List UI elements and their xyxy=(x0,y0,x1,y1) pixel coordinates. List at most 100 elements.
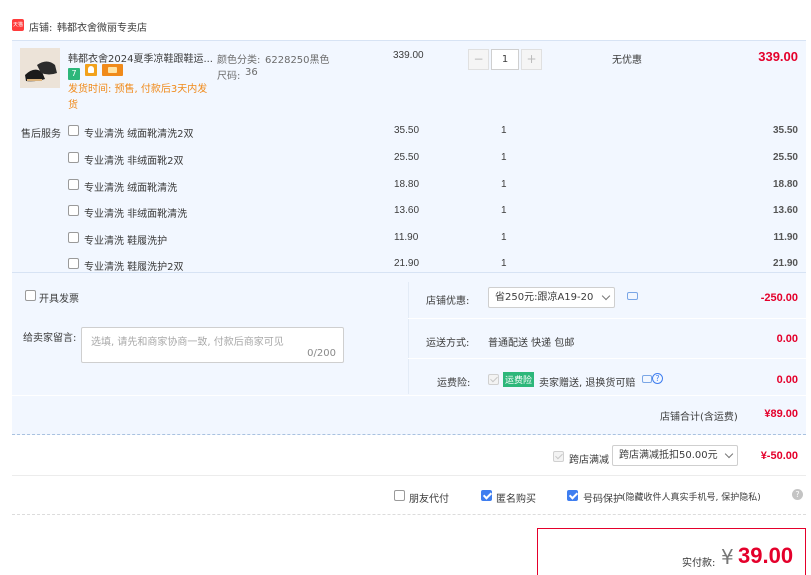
options-divider-bottom xyxy=(12,514,806,515)
chat-icon[interactable] xyxy=(642,375,652,383)
payment-currency: ¥ xyxy=(721,545,734,569)
chevron-down-icon xyxy=(601,291,611,301)
payment-amount: 39.00 xyxy=(738,543,794,568)
message-counter: 0/200 xyxy=(307,348,336,359)
service-total: 21.90 xyxy=(772,258,798,269)
shipping-amount: 0.00 xyxy=(776,333,798,345)
service-qty: 1 xyxy=(501,125,507,136)
service-checkbox[interactable] xyxy=(68,205,79,216)
invoice-label[interactable]: 开具发票 xyxy=(39,290,79,305)
insurance-icon xyxy=(85,64,98,76)
row-divider-1 xyxy=(408,318,806,319)
store-discount-select[interactable]: 省250元:跟凉A19-20 xyxy=(488,287,615,308)
size-value: 36 xyxy=(245,67,258,78)
friend-pay-label[interactable]: 朋友代付 xyxy=(409,490,449,505)
unit-price: 339.00 xyxy=(393,50,424,61)
service-price: 21.90 xyxy=(394,258,420,269)
store-discount-selected: 省250元:跟凉A19-20 xyxy=(495,292,594,303)
size-label: 尺码: xyxy=(217,71,241,82)
freight-insurance-label: 运费险: xyxy=(437,378,471,389)
invoice-checkbox[interactable] xyxy=(25,290,36,301)
service-price: 18.80 xyxy=(394,179,420,190)
ship-notice-line2: 货 xyxy=(68,100,78,111)
cross-store-selected: 跨店满减抵扣50.00元 xyxy=(619,450,718,461)
service-checkbox[interactable] xyxy=(68,179,79,190)
freight-insurance-checkbox xyxy=(488,374,499,385)
service-name[interactable]: 专业清洗 非绒面靴2双 xyxy=(84,152,184,167)
number-protect-label[interactable]: 号码保护 xyxy=(583,490,623,505)
shop-total-amount: ¥89.00 xyxy=(764,408,798,420)
service-tags: 7 xyxy=(68,64,124,80)
number-protect-checkbox[interactable] xyxy=(567,490,578,501)
freight-insurance-badge: 运费险 xyxy=(503,372,535,387)
service-total: 35.50 xyxy=(772,125,798,136)
shipping-label: 运送方式: xyxy=(426,338,470,349)
shop-total-label: 店铺合计(含运费) xyxy=(660,412,738,423)
friend-pay-checkbox[interactable] xyxy=(394,490,405,501)
service-total: 11.90 xyxy=(773,232,798,243)
service-price: 13.60 xyxy=(394,205,420,216)
payment-label: 实付款: xyxy=(682,558,716,569)
service-qty: 1 xyxy=(501,258,507,269)
color-label: 颜色分类: xyxy=(217,55,261,66)
discount-text: 无优惠 xyxy=(612,55,642,66)
chevron-down-icon xyxy=(724,449,734,459)
message-placeholder: 选填, 请先和商家协商一致, 付款后商家可见 xyxy=(91,337,284,348)
service-checkbox[interactable] xyxy=(68,232,79,243)
color-value: 6228250黑色 xyxy=(265,55,330,66)
decrement-button[interactable]: − xyxy=(468,49,489,70)
service-checkbox[interactable] xyxy=(68,258,79,269)
credit-card-icon xyxy=(102,64,124,76)
service-checkbox[interactable] xyxy=(68,152,79,163)
service-name[interactable]: 专业清洗 绒面靴清洗 xyxy=(84,179,177,194)
message-label: 给卖家留言: xyxy=(23,333,77,344)
service-total: 18.80 xyxy=(772,179,798,190)
quantity-stepper: − 1 + xyxy=(468,49,544,70)
cross-store-label: 跨店满减 xyxy=(569,455,609,466)
question-icon[interactable]: ? xyxy=(792,489,803,500)
anonymous-checkbox[interactable] xyxy=(481,490,492,501)
freight-insurance-text: 卖家赠送, 退换货可赔 xyxy=(539,378,636,389)
row-divider-2 xyxy=(408,358,806,359)
options-divider xyxy=(408,282,409,394)
service-name[interactable]: 专业清洗 鞋履洗护 xyxy=(84,232,167,247)
anonymous-label[interactable]: 匿名购买 xyxy=(496,490,536,505)
cross-store-amount: ¥-50.00 xyxy=(760,450,798,462)
shipping-value: 普通配送 快递 包邮 xyxy=(488,338,575,349)
service-total: 13.60 xyxy=(772,205,798,216)
cross-store-checkbox xyxy=(553,451,564,462)
service-total: 25.50 xyxy=(772,152,798,163)
seven-day-return-icon: 7 xyxy=(68,68,80,80)
service-price: 11.90 xyxy=(394,232,419,243)
store-discount-amount: -250.00 xyxy=(760,292,798,304)
service-price: 25.50 xyxy=(394,152,420,163)
service-name[interactable]: 专业清洗 鞋履洗护2双 xyxy=(84,258,184,273)
freight-insurance-amount: 0.00 xyxy=(776,374,798,386)
cross-store-select[interactable]: 跨店满减抵扣50.00元 xyxy=(612,445,738,466)
message-textarea[interactable]: 选填, 请先和商家协商一致, 付款后商家可见 0/200 xyxy=(81,327,344,363)
service-checkbox[interactable] xyxy=(68,125,79,136)
store-discount-label: 店铺优惠: xyxy=(426,296,470,307)
shop-name[interactable]: 韩都衣舍微丽专卖店 xyxy=(57,19,147,34)
service-name[interactable]: 专业清洗 非绒面靴清洗 xyxy=(84,205,187,220)
service-qty: 1 xyxy=(501,179,507,190)
service-price: 35.50 xyxy=(394,125,420,136)
tmall-badge: 天猫 xyxy=(12,19,24,31)
message-bubble-icon[interactable] xyxy=(627,292,638,300)
service-qty: 1 xyxy=(501,232,507,243)
payment-box: 实付款: ¥ 39.00 xyxy=(537,528,806,575)
service-qty: 1 xyxy=(501,152,507,163)
quantity-input[interactable]: 1 xyxy=(491,49,519,70)
ship-notice-line1: 发货时间: 预售, 付款后3天内发 xyxy=(68,84,208,95)
help-icon[interactable]: ? xyxy=(652,373,663,384)
after-sales-label: 售后服务 xyxy=(21,129,61,140)
product-title[interactable]: 韩都衣舍2024夏季凉鞋跟鞋运... xyxy=(68,50,213,65)
product-total: 339.00 xyxy=(758,49,798,64)
product-thumbnail[interactable] xyxy=(20,48,60,88)
number-protect-desc: (隐藏收件人真实手机号, 保护隐私) xyxy=(622,493,761,503)
service-qty: 1 xyxy=(501,205,507,216)
increment-button[interactable]: + xyxy=(521,49,542,70)
cross-store-divider xyxy=(12,475,806,476)
row-divider-3 xyxy=(12,395,806,396)
service-name[interactable]: 专业清洗 绒面靴清洗2双 xyxy=(84,125,194,140)
